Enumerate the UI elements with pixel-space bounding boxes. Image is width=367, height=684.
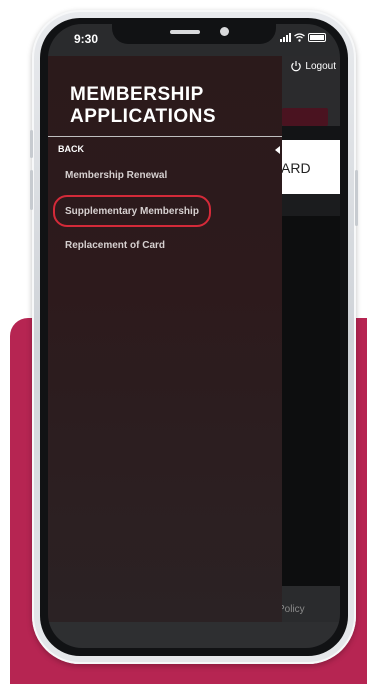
footer-policy-link[interactable]: Policy bbox=[278, 604, 305, 615]
page-header-bar bbox=[282, 108, 328, 126]
status-time: 9:30 bbox=[74, 32, 99, 46]
menu-item-replacement-of-card[interactable]: Replacement of Card bbox=[65, 240, 165, 251]
drawer-title-line1: MEMBERSHIP bbox=[70, 84, 204, 105]
navigation-drawer: MEMBERSHIP APPLICATIONS BACK Membership … bbox=[48, 56, 282, 622]
bottom-bar bbox=[48, 622, 340, 648]
drawer-title: MEMBERSHIP APPLICATIONS bbox=[70, 84, 270, 128]
page-card-text: ARD bbox=[281, 160, 311, 176]
phone-side-button bbox=[355, 170, 358, 226]
menu-item-supplementary-membership[interactable]: Supplementary Membership bbox=[65, 206, 199, 217]
stage: 9:30 Logout ARD Policy MEMBERSHIP APPLIC… bbox=[0, 0, 367, 684]
notch bbox=[112, 24, 276, 44]
logout-label: Logout bbox=[305, 60, 336, 72]
status-icons bbox=[280, 33, 326, 42]
phone-side-button bbox=[30, 170, 33, 210]
front-camera bbox=[220, 27, 229, 36]
back-label: BACK bbox=[58, 144, 84, 154]
page-section-bar bbox=[282, 194, 340, 216]
drawer-title-line2: APPLICATIONS bbox=[70, 106, 217, 127]
drawer-divider bbox=[48, 136, 282, 137]
back-button[interactable]: BACK bbox=[58, 144, 280, 158]
wifi-icon bbox=[294, 33, 305, 42]
page-body bbox=[282, 216, 340, 586]
caret-left-icon bbox=[275, 146, 280, 154]
logout-button[interactable]: Logout bbox=[290, 60, 336, 72]
battery-icon bbox=[308, 33, 326, 42]
phone-side-button bbox=[30, 130, 33, 158]
speaker-grille bbox=[170, 30, 200, 34]
status-bar: 9:30 bbox=[48, 24, 340, 56]
signal-icon bbox=[280, 33, 291, 42]
phone-screen: 9:30 Logout ARD Policy MEMBERSHIP APPLIC… bbox=[48, 24, 340, 648]
power-icon bbox=[291, 61, 302, 72]
menu-item-membership-renewal[interactable]: Membership Renewal bbox=[65, 170, 167, 181]
